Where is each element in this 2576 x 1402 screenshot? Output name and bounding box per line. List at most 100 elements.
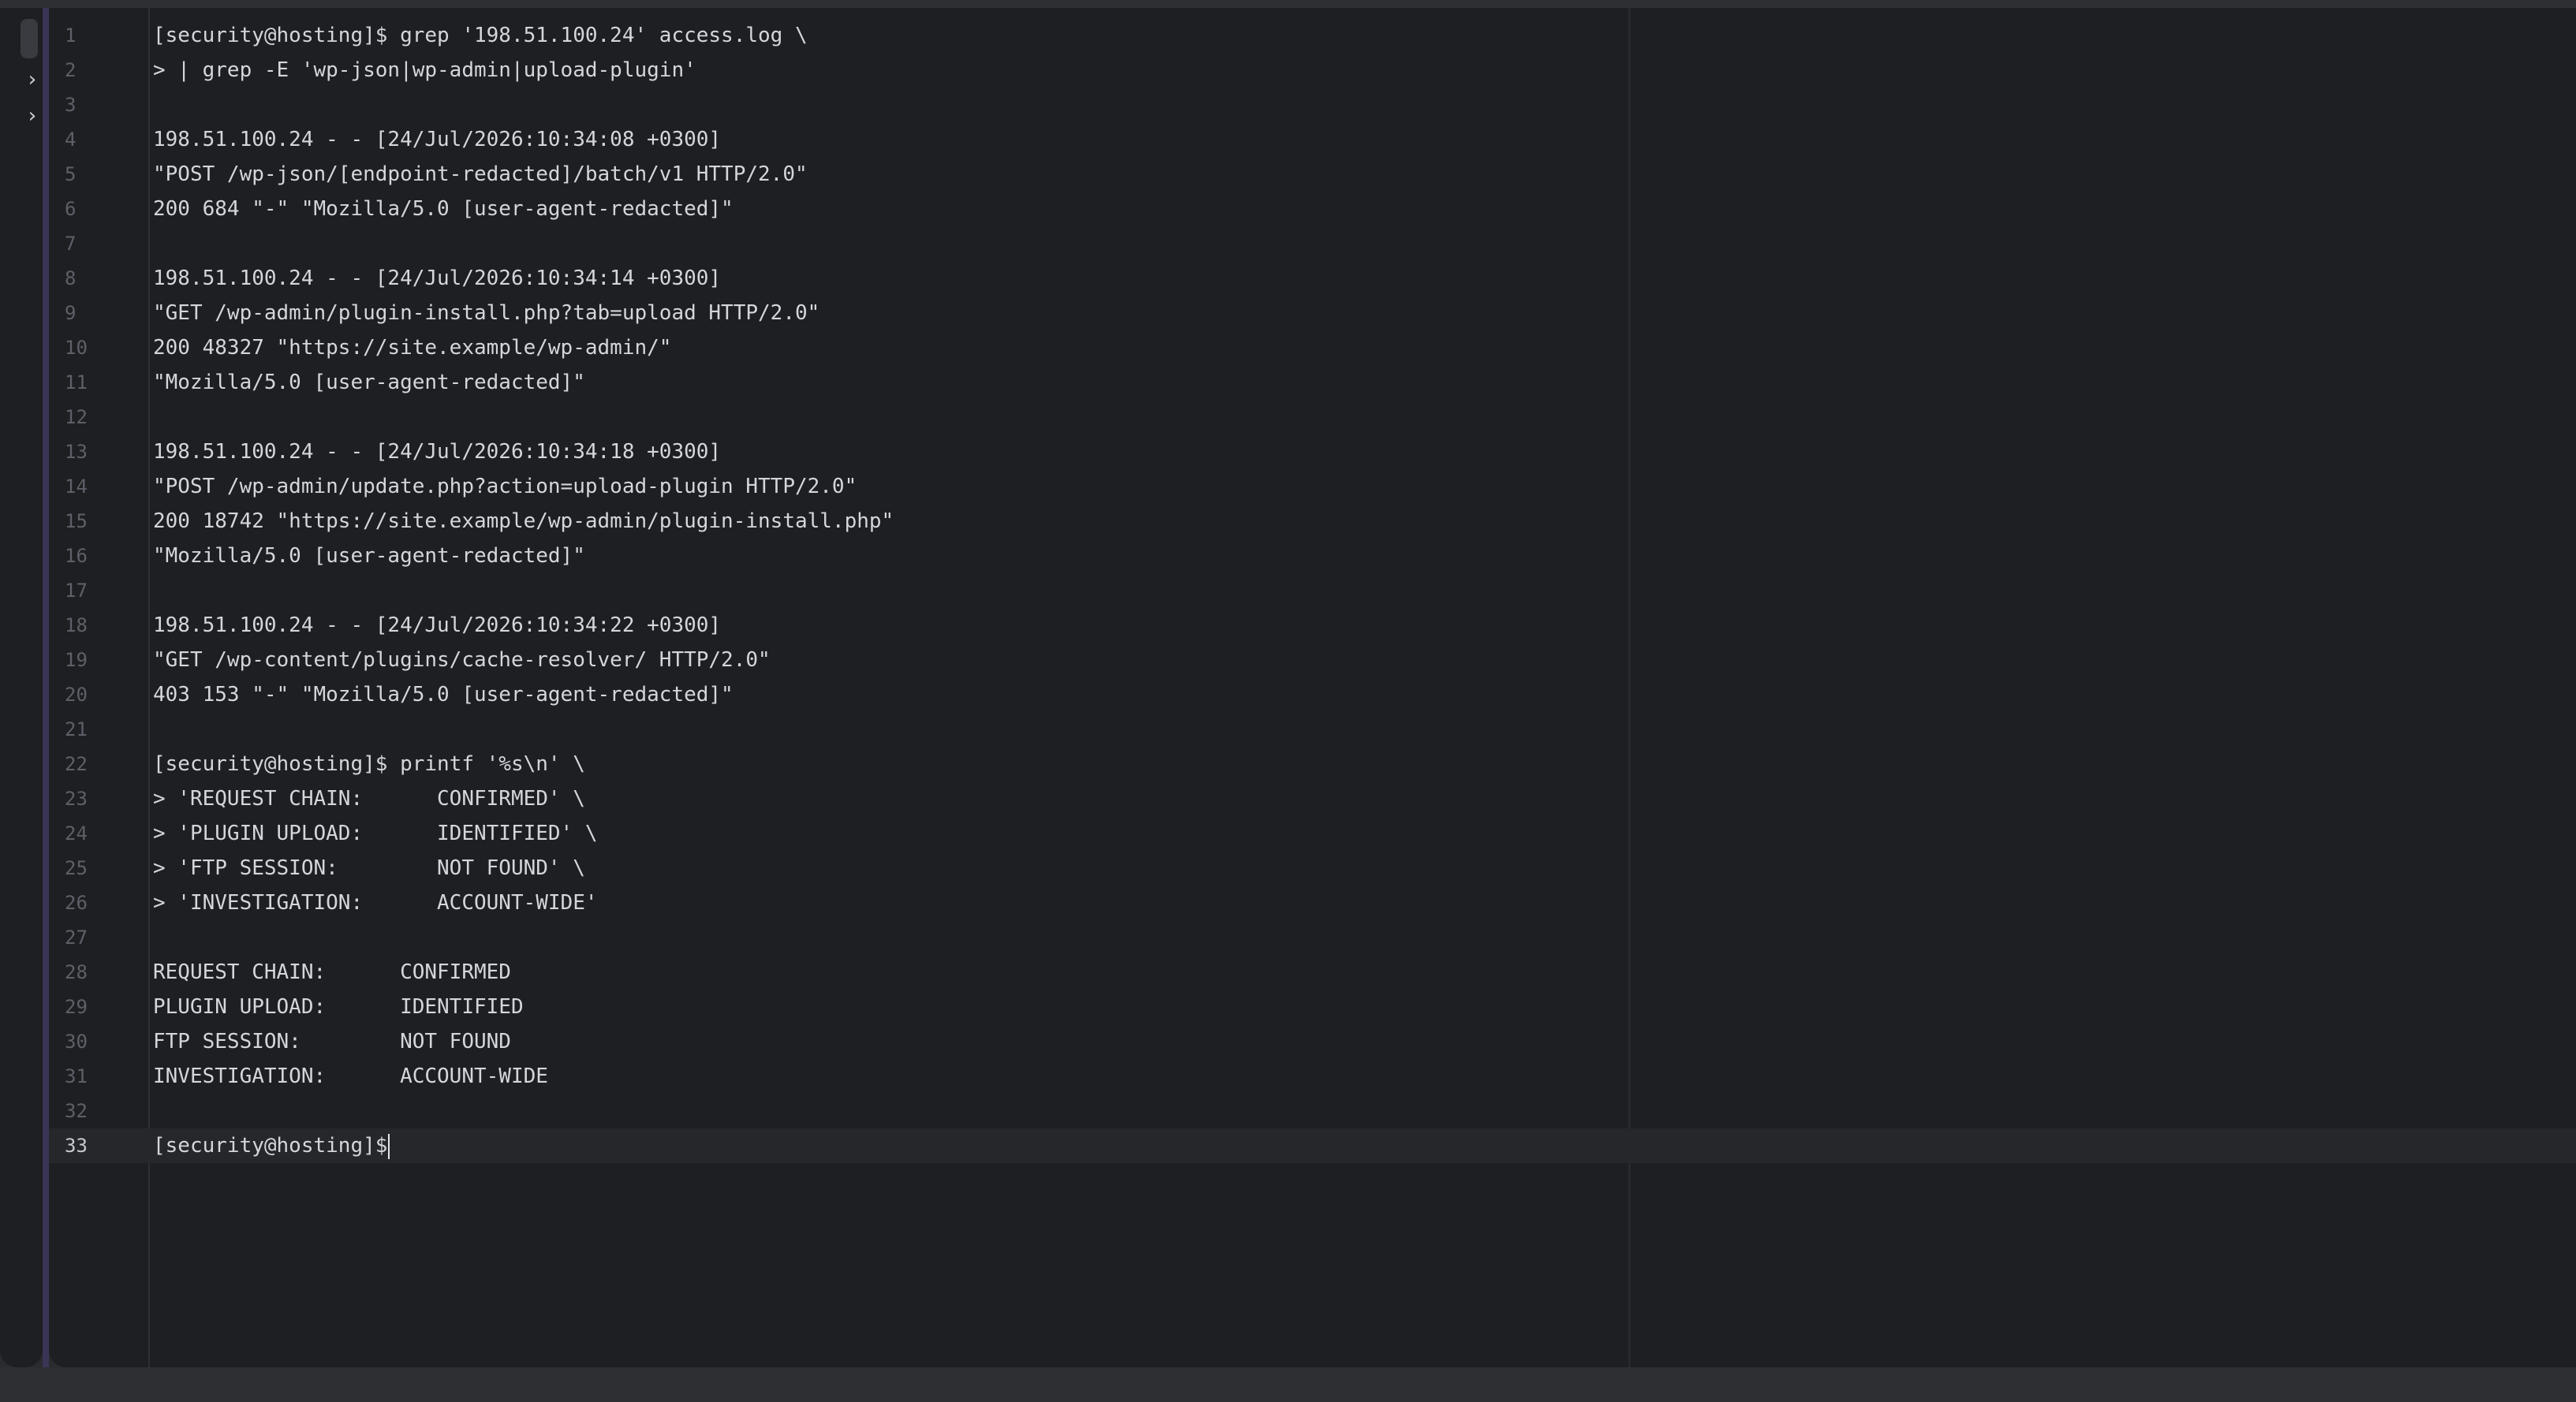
line-number: 9: [65, 302, 77, 324]
line-number: 16: [65, 545, 88, 567]
line-number: 25: [65, 857, 88, 879]
line-text: INVESTIGATION: ACCOUNT-WIDE: [153, 1065, 548, 1088]
code-line[interactable]: 3: [49, 88, 2576, 122]
chevron-right-icon[interactable]: ›: [22, 69, 43, 90]
code-line[interactable]: 21: [49, 712, 2576, 747]
code-line[interactable]: 26 > 'INVESTIGATION: ACCOUNT-WIDE': [49, 886, 2576, 920]
line-number: 24: [65, 822, 88, 845]
top-bar: [0, 0, 2576, 8]
line-number: 27: [65, 927, 88, 949]
line-number: 12: [65, 406, 88, 428]
editor-window: › › 1 [security@hosting]$ grep '198.51.10…: [0, 0, 2576, 1402]
code-line[interactable]: 22 [security@hosting]$ printf '%s\n' \: [49, 747, 2576, 781]
code-line[interactable]: 24 > 'PLUGIN UPLOAD: IDENTIFIED' \: [49, 816, 2576, 851]
code-editor[interactable]: 1 [security@hosting]$ grep '198.51.100.24…: [49, 8, 2576, 1367]
line-number: 5: [65, 163, 77, 185]
code-line[interactable]: 12: [49, 400, 2576, 434]
line-number: 4: [65, 129, 77, 151]
code-line[interactable]: 9 "GET /wp-admin/plugin-install.php?tab=u…: [49, 296, 2576, 330]
line-text: 200 684 "-" "Mozilla/5.0 [user-agent-red…: [153, 197, 734, 221]
code-line[interactable]: 30 FTP SESSION: NOT FOUND: [49, 1024, 2576, 1059]
line-number: 14: [65, 475, 88, 498]
line-text: 198.51.100.24 - - [24/Jul/2026:10:34:14 …: [153, 267, 722, 290]
line-number: 15: [65, 510, 88, 532]
line-number: 3: [65, 94, 77, 116]
chevron-right-icon[interactable]: ›: [22, 106, 43, 126]
code-line[interactable]: 29 PLUGIN UPLOAD: IDENTIFIED: [49, 990, 2576, 1024]
code-line[interactable]: 18 198.51.100.24 - - [24/Jul/2026:10:34:2…: [49, 608, 2576, 643]
line-number: 8: [65, 267, 77, 289]
line-number: 32: [65, 1100, 88, 1122]
line-number: 17: [65, 580, 88, 602]
line-text: 200 18742 "https://site.example/wp-admin…: [153, 509, 894, 533]
line-text: 403 153 "-" "Mozilla/5.0 [user-agent-red…: [153, 683, 734, 707]
line-text: PLUGIN UPLOAD: IDENTIFIED: [153, 995, 524, 1019]
status-bar: [0, 1367, 2576, 1402]
code-line[interactable]: 13 198.51.100.24 - - [24/Jul/2026:10:34:1…: [49, 434, 2576, 469]
code-line[interactable]: 2 > | grep -E 'wp-json|wp-admin|upload-pl…: [49, 53, 2576, 88]
line-number: 21: [65, 718, 88, 740]
line-text: "Mozilla/5.0 [user-agent-redacted]": [153, 371, 585, 394]
line-text: [security@hosting]$ printf '%s\n' \: [153, 752, 585, 776]
line-number: 18: [65, 614, 88, 636]
text-caret: [388, 1133, 390, 1159]
code-line[interactable]: 31 INVESTIGATION: ACCOUNT-WIDE: [49, 1059, 2576, 1094]
line-text: FTP SESSION: NOT FOUND: [153, 1030, 511, 1053]
code-line[interactable]: 5 "POST /wp-json/[endpoint-redacted]/batc…: [49, 157, 2576, 192]
line-number: 23: [65, 788, 88, 810]
line-number: 11: [65, 371, 88, 393]
line-number: 26: [65, 892, 88, 914]
line-text: 200 48327 "https://site.example/wp-admin…: [153, 336, 672, 360]
code-line[interactable]: 16 "Mozilla/5.0 [user-agent-redacted]": [49, 539, 2576, 573]
line-text: "Mozilla/5.0 [user-agent-redacted]": [153, 544, 585, 568]
line-number: 29: [65, 996, 88, 1018]
code-line[interactable]: 1 [security@hosting]$ grep '198.51.100.24…: [49, 18, 2576, 53]
code-line[interactable]: 23 > 'REQUEST CHAIN: CONFIRMED' \: [49, 781, 2576, 816]
code-line[interactable]: 8 198.51.100.24 - - [24/Jul/2026:10:34:14…: [49, 261, 2576, 296]
code-line[interactable]: 11 "Mozilla/5.0 [user-agent-redacted]": [49, 365, 2576, 400]
code-line[interactable]: 7: [49, 226, 2576, 261]
line-number: 13: [65, 441, 88, 463]
line-text: "GET /wp-admin/plugin-install.php?tab=up…: [153, 301, 820, 325]
line-text: [security@hosting]$: [153, 1128, 390, 1163]
line-number: 28: [65, 961, 88, 983]
code-line[interactable]: 6 200 684 "-" "Mozilla/5.0 [user-agent-re…: [49, 192, 2576, 226]
code-line[interactable]: 33 [security@hosting]$: [49, 1128, 2576, 1163]
line-number: 7: [65, 233, 77, 255]
code-line[interactable]: 17: [49, 573, 2576, 608]
line-text: > 'FTP SESSION: NOT FOUND' \: [153, 856, 585, 880]
line-number: 6: [65, 198, 77, 220]
code-line[interactable]: 14 "POST /wp-admin/update.php?action=uplo…: [49, 469, 2576, 504]
code-line[interactable]: 10 200 48327 "https://site.example/wp-adm…: [49, 330, 2576, 365]
line-text: > 'INVESTIGATION: ACCOUNT-WIDE': [153, 891, 598, 915]
code-line[interactable]: 20 403 153 "-" "Mozilla/5.0 [user-agent-r…: [49, 677, 2576, 712]
line-text: "POST /wp-admin/update.php?action=upload…: [153, 475, 857, 498]
code-line[interactable]: 15 200 18742 "https://site.example/wp-adm…: [49, 504, 2576, 539]
line-number: 19: [65, 649, 88, 671]
code-line[interactable]: 25 > 'FTP SESSION: NOT FOUND' \: [49, 851, 2576, 886]
line-text: > 'PLUGIN UPLOAD: IDENTIFIED' \: [153, 822, 598, 845]
line-text: 198.51.100.24 - - [24/Jul/2026:10:34:08 …: [153, 128, 722, 151]
line-text: > 'REQUEST CHAIN: CONFIRMED' \: [153, 787, 585, 811]
code-line[interactable]: 28 REQUEST CHAIN: CONFIRMED: [49, 955, 2576, 990]
line-number: 10: [65, 337, 88, 359]
line-number: 20: [65, 684, 88, 706]
line-text: 198.51.100.24 - - [24/Jul/2026:10:34:22 …: [153, 613, 722, 637]
code-line[interactable]: 4 198.51.100.24 - - [24/Jul/2026:10:34:08…: [49, 122, 2576, 157]
code-line[interactable]: 19 "GET /wp-content/plugins/cache-resolve…: [49, 643, 2576, 677]
line-number: 33: [65, 1135, 88, 1157]
line-number: 2: [65, 59, 77, 81]
accent-strip: [43, 8, 49, 1367]
left-rail: › ›: [0, 8, 43, 1367]
line-text: [security@hosting]$ grep '198.51.100.24'…: [153, 24, 808, 47]
code-line[interactable]: 27: [49, 920, 2576, 955]
rail-tab[interactable]: [21, 19, 38, 58]
code-line[interactable]: 32: [49, 1094, 2576, 1128]
line-text: REQUEST CHAIN: CONFIRMED: [153, 960, 511, 984]
line-text: 198.51.100.24 - - [24/Jul/2026:10:34:18 …: [153, 440, 722, 464]
line-number: 30: [65, 1031, 88, 1053]
line-text: > | grep -E 'wp-json|wp-admin|upload-plu…: [153, 58, 696, 82]
line-number: 1: [65, 24, 77, 47]
line-number: 31: [65, 1065, 88, 1087]
line-text: "POST /wp-json/[endpoint-redacted]/batch…: [153, 162, 808, 186]
